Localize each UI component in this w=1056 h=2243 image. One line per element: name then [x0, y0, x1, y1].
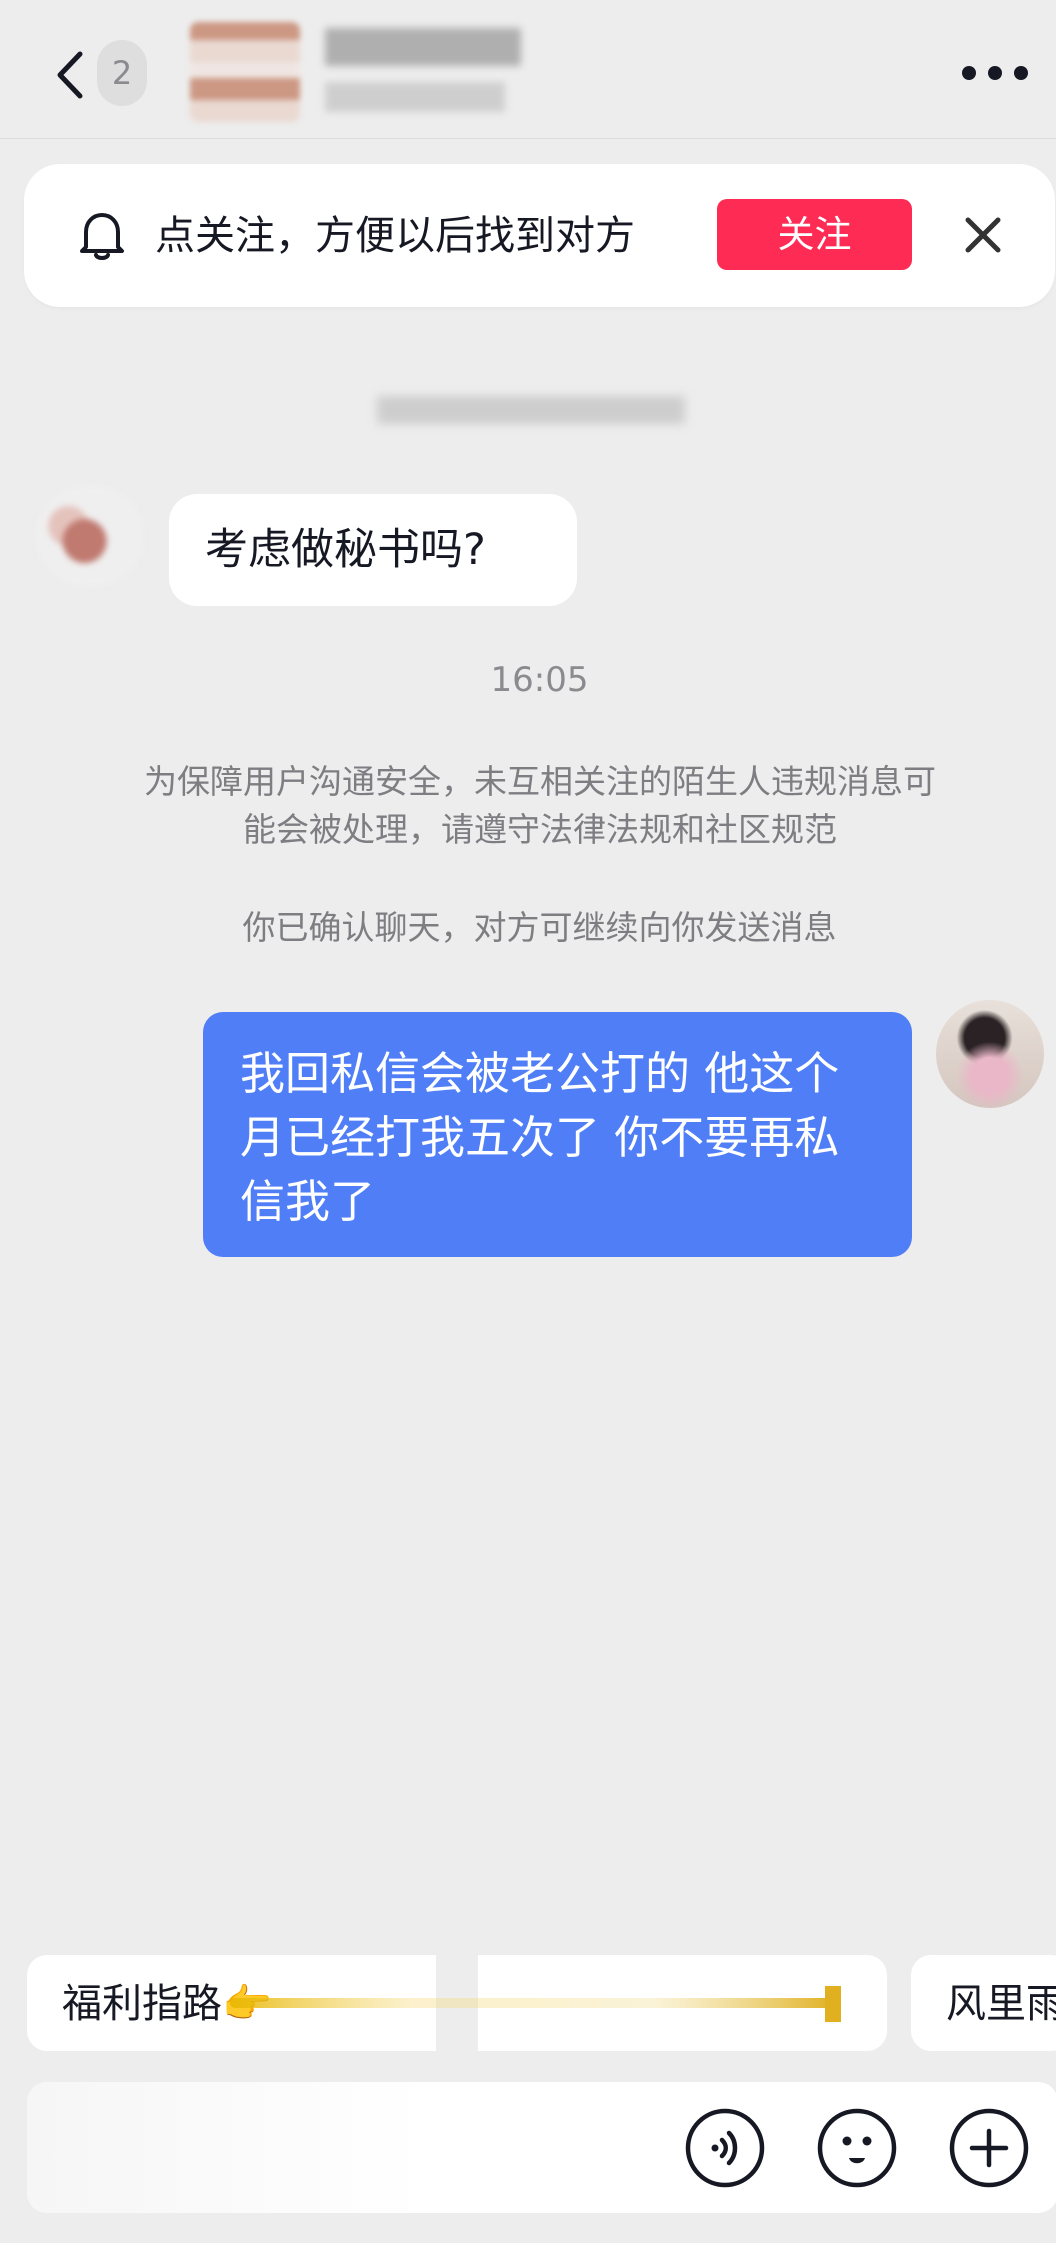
- message-input-field[interactable]: [27, 2082, 427, 2213]
- voice-button[interactable]: [684, 2107, 766, 2189]
- outgoing-message-bubble[interactable]: 我回私信会被老公打的 他这个月已经打我五次了 你不要再私信我了: [203, 1012, 912, 1257]
- suggestion-chip-label: 风里雨: [946, 1981, 1056, 2027]
- more-button[interactable]: [962, 50, 1028, 90]
- voice-icon: [685, 2108, 765, 2188]
- safety-notice: 为保障用户沟通安全，未互相关注的陌生人违规消息可能会被处理，请遵守法律法规和社区…: [144, 762, 936, 849]
- my-avatar[interactable]: [936, 1000, 1044, 1108]
- close-icon: [965, 217, 1001, 253]
- close-banner-button[interactable]: [958, 210, 1008, 260]
- chat-header: [0, 0, 1056, 139]
- emoji-icon: [817, 2108, 897, 2188]
- chat-confirmed-notice: 你已确认聊天，对方可继续向你发送消息: [242, 908, 837, 947]
- plus-icon: [949, 2108, 1029, 2188]
- back-button[interactable]: [48, 40, 98, 110]
- chevron-left-icon: [57, 51, 83, 99]
- contact-avatar[interactable]: [190, 22, 300, 122]
- incoming-message-bubble[interactable]: 考虑做秘书吗?: [169, 494, 577, 606]
- contact-name-redacted[interactable]: [325, 28, 521, 66]
- message-time: 16:05: [490, 660, 589, 700]
- follow-button[interactable]: 关注: [717, 199, 912, 270]
- follow-banner-text: 点关注，方便以后找到对方: [155, 213, 635, 259]
- sender-avatar[interactable]: [36, 486, 144, 586]
- emoji-button[interactable]: [816, 2107, 898, 2189]
- bell-icon: [72, 205, 132, 265]
- redacted-date: [377, 396, 685, 424]
- more-dots-icon: [962, 66, 976, 80]
- unread-count-badge[interactable]: 2: [97, 40, 147, 106]
- arrow-decoration-icon: [230, 1986, 841, 2022]
- contact-status-redacted: [325, 82, 505, 112]
- plus-button[interactable]: [948, 2107, 1030, 2189]
